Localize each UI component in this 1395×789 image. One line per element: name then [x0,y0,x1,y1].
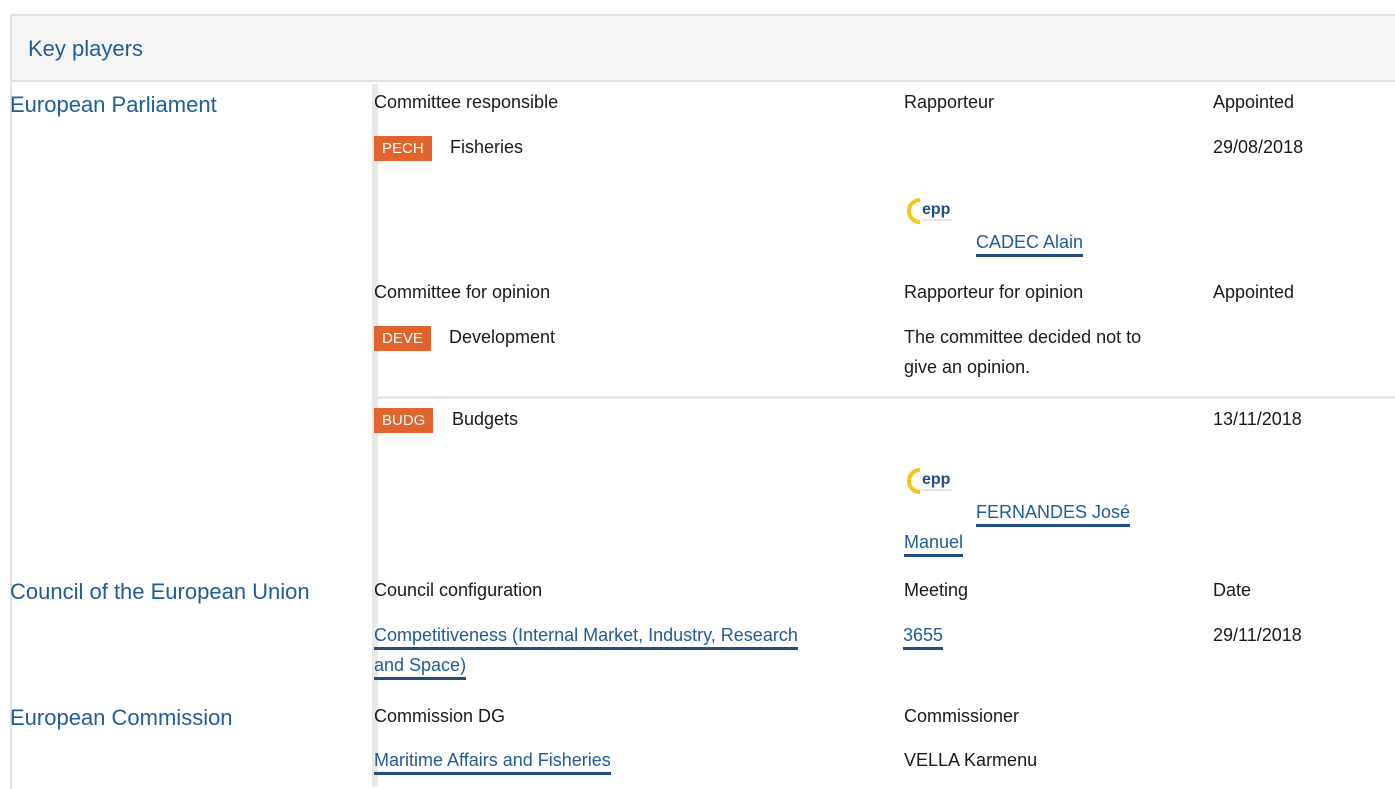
column-divider [372,84,378,787]
committee-badge-budg: BUDG [374,408,434,433]
institution-european-parliament: European Parliament [10,92,217,117]
committee-name-development: Development [449,327,556,347]
rapporteur-link-fernandes-line2[interactable]: Manuel [904,532,964,557]
committee-name-budgets: Budgets [452,409,519,429]
col-appointed-opinion: Appointed [1213,282,1295,302]
col-committee-opinion: Committee for opinion [374,282,551,302]
epp-logo-icon: epp [904,190,966,248]
rapporteur-link-fernandes-line1[interactable]: FERNANDES José [976,502,1131,527]
panel-header: Key players [10,14,1395,82]
col-date: Date [1213,580,1252,600]
commissioner-name: VELLA Karmenu [904,750,1038,770]
col-commission-dg: Commission DG [374,706,506,726]
commission-dg-link[interactable]: Maritime Affairs and Fisheries [374,750,611,775]
col-commissioner: Commissioner [904,706,1020,726]
epp-logo-icon: epp [904,460,966,518]
col-appointed: Appointed [1213,92,1295,112]
rapporteur-link-cadec[interactable]: CADEC Alain [976,232,1084,257]
svg-text:epp: epp [922,471,951,488]
committee-name-fisheries: Fisheries [450,137,524,157]
col-rapporteur-opinion: Rapporteur for opinion [904,282,1084,302]
committee-badge-deve: DEVE [374,326,431,351]
opinion-note-line1: The committee decided not to [904,327,1142,347]
col-meeting: Meeting [904,580,969,600]
opinion-note-line2: give an opinion. [904,357,1031,377]
col-rapporteur: Rapporteur [904,92,995,112]
row-separator [378,396,1395,399]
council-configuration-link-line2[interactable]: and Space) [374,655,467,680]
appointed-date-budgets: 13/11/2018 [1213,409,1302,429]
svg-text:epp: epp [922,201,951,218]
meeting-link[interactable]: 3655 [903,625,944,650]
col-committee-responsible: Committee responsible [374,92,559,112]
appointed-date: 29/08/2018 [1213,137,1304,157]
council-date: 29/11/2018 [1213,625,1302,645]
committee-badge-pech: PECH [374,136,432,161]
institution-council: Council of the European Union [10,579,310,604]
council-configuration-link-line1[interactable]: Competitiveness (Internal Market, Indust… [374,625,798,650]
key-players-panel [10,14,1395,789]
panel-title: Key players [28,36,143,61]
institution-commission: European Commission [10,705,233,730]
col-council-configuration: Council configuration [374,580,543,600]
